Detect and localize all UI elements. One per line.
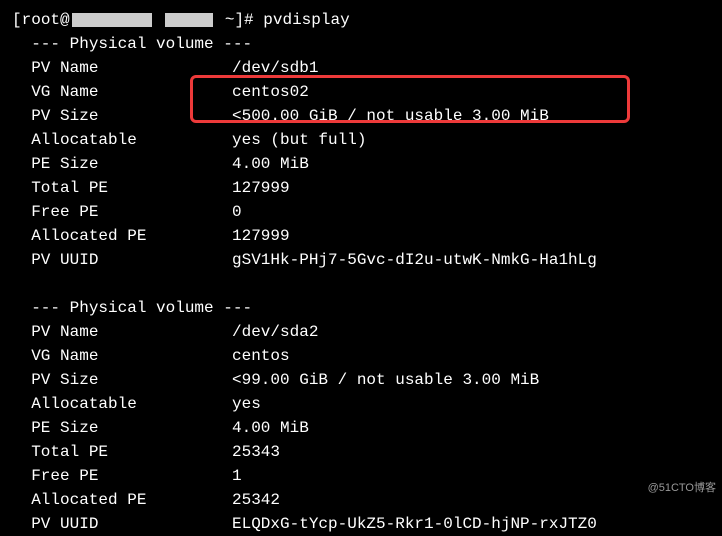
pv2-vgname-label: VG Name [12,344,232,368]
pv1-totalpe-row: Total PE127999 [12,176,710,200]
pv2-alloc-label: Allocatable [12,392,232,416]
pv2-allocpe-row: Allocated PE25342 [12,488,710,512]
pv2-vgname-value: centos [232,347,290,365]
pv2-freepe-value: 1 [232,467,242,485]
pv1-size-row: PV Size<500.00 GiB / not usable 3.00 MiB [12,104,710,128]
pv2-uuid-value: ELQDxG-tYcp-UkZ5-Rkr1-0lCD-hjNP-rxJTZ0 [232,515,597,533]
pv2-vgname-row: VG Namecentos [12,344,710,368]
prompt-hash: ]# [234,11,263,29]
pv2-totalpe-row: Total PE25343 [12,440,710,464]
pv1-name-value: /dev/sdb1 [232,59,318,77]
pv1-uuid-label: PV UUID [12,248,232,272]
pv2-uuid-row: PV UUIDELQDxG-tYcp-UkZ5-Rkr1-0lCD-hjNP-r… [12,512,710,536]
pv1-allocpe-label: Allocated PE [12,224,232,248]
pv2-alloc-row: Allocatableyes [12,392,710,416]
pv1-header: --- Physical volume --- [12,32,710,56]
pv1-pesize-label: PE Size [12,152,232,176]
pv1-alloc-row: Allocatableyes (but full) [12,128,710,152]
pv2-alloc-value: yes [232,395,261,413]
pv2-totalpe-value: 25343 [232,443,280,461]
pv1-vgname-row: VG Namecentos02 [12,80,710,104]
watermark-text: @51CTO博客 [648,480,716,497]
redacted-hostname-1 [72,13,152,27]
pv1-totalpe-label: Total PE [12,176,232,200]
pv2-size-value: <99.00 GiB / not usable 3.00 MiB [232,371,539,389]
command-text: pvdisplay [263,11,349,29]
pv1-alloc-value: yes (but full) [232,131,366,149]
pv1-uuid-row: PV UUIDgSV1Hk-PHj7-5Gvc-dI2u-utwK-NmkG-H… [12,248,710,272]
pv1-uuid-value: gSV1Hk-PHj7-5Gvc-dI2u-utwK-NmkG-Ha1hLg [232,251,597,269]
prompt-line[interactable]: [root@ ~]# pvdisplay [12,8,710,32]
pv2-uuid-label: PV UUID [12,512,232,536]
pv1-name-label: PV Name [12,56,232,80]
pv2-freepe-row: Free PE1 [12,464,710,488]
pv1-freepe-value: 0 [232,203,242,221]
pv2-pesize-label: PE Size [12,416,232,440]
pv1-size-value: <500.00 GiB / not usable 3.00 MiB [232,107,549,125]
pv1-alloc-label: Allocatable [12,128,232,152]
pv2-allocpe-value: 25342 [232,491,280,509]
pv2-size-label: PV Size [12,368,232,392]
pv2-size-row: PV Size<99.00 GiB / not usable 3.00 MiB [12,368,710,392]
pv2-name-value: /dev/sda2 [232,323,318,341]
pv1-freepe-label: Free PE [12,200,232,224]
prompt-tilde: ~ [225,11,235,29]
pv2-pesize-value: 4.00 MiB [232,419,309,437]
redacted-hostname-2 [165,13,213,27]
pv2-header: --- Physical volume --- [12,296,710,320]
pv2-freepe-label: Free PE [12,464,232,488]
pv1-vgname-label: VG Name [12,80,232,104]
pv2-totalpe-label: Total PE [12,440,232,464]
pv1-vgname-value: centos02 [232,83,309,101]
pv1-name-row: PV Name/dev/sdb1 [12,56,710,80]
prompt-user: root [22,11,60,29]
pv2-allocpe-label: Allocated PE [12,488,232,512]
pv1-allocpe-row: Allocated PE127999 [12,224,710,248]
pv1-pesize-row: PE Size4.00 MiB [12,152,710,176]
pv2-name-label: PV Name [12,320,232,344]
prompt-at: @ [60,11,70,29]
pv1-freepe-row: Free PE0 [12,200,710,224]
bracket-open: [ [12,11,22,29]
pv2-name-row: PV Name/dev/sda2 [12,320,710,344]
pv2-pesize-row: PE Size4.00 MiB [12,416,710,440]
pv1-pesize-value: 4.00 MiB [232,155,309,173]
pv1-size-label: PV Size [12,104,232,128]
blank-line [12,272,710,296]
pv1-totalpe-value: 127999 [232,179,290,197]
pv1-allocpe-value: 127999 [232,227,290,245]
